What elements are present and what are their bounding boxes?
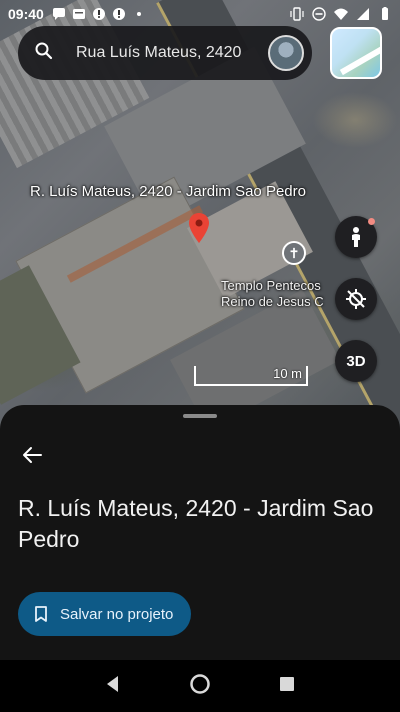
- signal-icon: [356, 7, 370, 21]
- system-navigation-bar: [0, 660, 400, 712]
- 3d-toggle-button[interactable]: 3D: [335, 340, 377, 382]
- status-time: 09:40: [8, 6, 44, 22]
- search-icon[interactable]: [34, 41, 54, 66]
- nav-recents-button[interactable]: [276, 673, 298, 700]
- alert-icon: [92, 7, 106, 21]
- search-bar[interactable]: Rua Luís Mateus, 2420: [18, 26, 312, 80]
- place-title: R. Luís Mateus, 2420 - Jardim Sao Pedro: [18, 495, 374, 552]
- battery-icon: [378, 7, 392, 21]
- map-layers-button[interactable]: [330, 27, 382, 79]
- home-circle-icon: [190, 673, 210, 694]
- map-thumbnail: [339, 44, 380, 76]
- alert-icon: [112, 7, 126, 21]
- location-pin-icon[interactable]: [188, 213, 210, 243]
- save-button-label: Salvar no projeto: [60, 605, 174, 623]
- nav-back-button[interactable]: [102, 673, 124, 700]
- place-bottom-sheet[interactable]: R. Luís Mateus, 2420 - Jardim Sao Pedro …: [0, 405, 400, 660]
- chat-icon: [52, 7, 66, 21]
- wifi-icon: [334, 7, 348, 21]
- poi-label-line: Reino de Jesus C: [221, 294, 324, 309]
- save-to-project-button[interactable]: Salvar no projeto: [18, 592, 192, 636]
- message-icon: [72, 7, 86, 21]
- notification-icons: [52, 7, 146, 21]
- church-icon[interactable]: [282, 241, 306, 265]
- avatar[interactable]: [268, 35, 304, 71]
- system-icons: [290, 7, 392, 21]
- map-place-label: R. Luís Mateus, 2420 - Jardim Sao Pedro: [30, 183, 306, 200]
- do-not-disturb-icon: [312, 7, 326, 21]
- street-view-button[interactable]: [335, 216, 377, 258]
- poi-label[interactable]: Templo Pentecos Reino de Jesus C: [221, 278, 341, 310]
- bookmark-icon: [35, 606, 47, 622]
- square-recents-icon: [279, 676, 294, 691]
- dot-icon: [132, 7, 146, 21]
- location-off-icon: [346, 289, 366, 309]
- status-bar: 09:40: [0, 0, 400, 28]
- vibrate-icon: [290, 7, 304, 21]
- search-input[interactable]: Rua Luís Mateus, 2420: [76, 44, 266, 62]
- my-location-button[interactable]: [335, 278, 377, 320]
- sheet-drag-handle[interactable]: [183, 414, 217, 418]
- back-button[interactable]: [18, 441, 46, 469]
- poi-label-line: Templo Pentecos: [221, 278, 321, 293]
- scale-label: 10 m: [273, 366, 302, 381]
- notification-dot: [368, 218, 375, 225]
- arrow-back-icon: [23, 447, 42, 463]
- map-scale-bar: 10 m: [194, 366, 308, 386]
- triangle-back-icon: [107, 675, 119, 692]
- pegman-icon: [352, 227, 360, 247]
- nav-home-button[interactable]: [189, 673, 211, 700]
